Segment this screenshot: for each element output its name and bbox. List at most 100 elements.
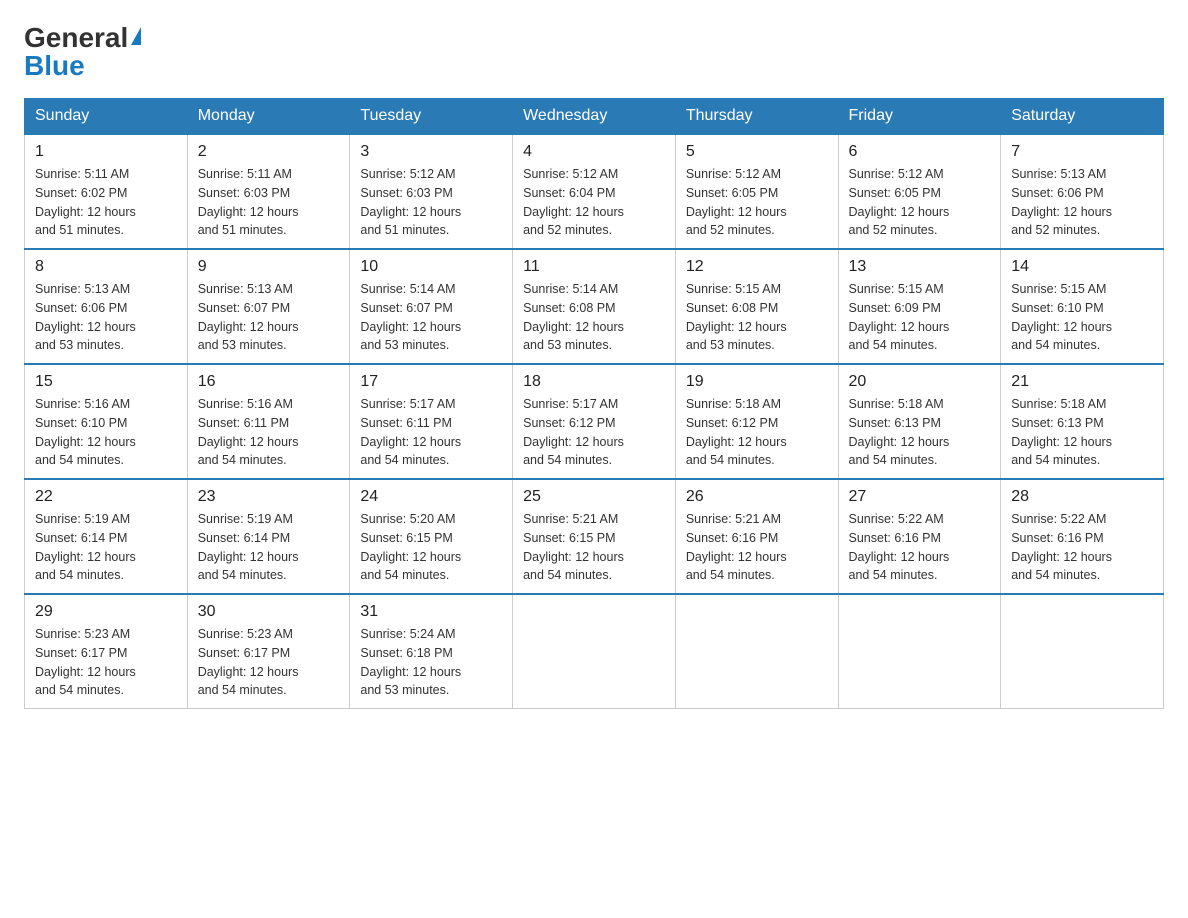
day-number: 9 <box>198 258 340 276</box>
weekday-header-saturday: Saturday <box>1001 99 1164 135</box>
day-info: Sunrise: 5:14 AMSunset: 6:08 PMDaylight:… <box>523 280 665 355</box>
weekday-header-tuesday: Tuesday <box>350 99 513 135</box>
day-info: Sunrise: 5:12 AMSunset: 6:03 PMDaylight:… <box>360 165 502 240</box>
day-info: Sunrise: 5:21 AMSunset: 6:16 PMDaylight:… <box>686 510 828 585</box>
day-number: 22 <box>35 488 177 506</box>
calendar-table: SundayMondayTuesdayWednesdayThursdayFrid… <box>24 98 1164 709</box>
day-number: 26 <box>686 488 828 506</box>
page-header: General Blue <box>24 24 1164 80</box>
logo-blue-text: Blue <box>24 52 85 80</box>
day-number: 12 <box>686 258 828 276</box>
day-info: Sunrise: 5:17 AMSunset: 6:11 PMDaylight:… <box>360 395 502 470</box>
day-number: 29 <box>35 603 177 621</box>
weekday-header-monday: Monday <box>187 99 350 135</box>
weekday-header-friday: Friday <box>838 99 1001 135</box>
day-number: 10 <box>360 258 502 276</box>
calendar-cell: 3 Sunrise: 5:12 AMSunset: 6:03 PMDayligh… <box>350 134 513 249</box>
day-info: Sunrise: 5:23 AMSunset: 6:17 PMDaylight:… <box>198 625 340 700</box>
day-info: Sunrise: 5:18 AMSunset: 6:13 PMDaylight:… <box>1011 395 1153 470</box>
day-number: 11 <box>523 258 665 276</box>
logo-triangle-icon <box>131 27 141 45</box>
calendar-cell: 16 Sunrise: 5:16 AMSunset: 6:11 PMDaylig… <box>187 364 350 479</box>
day-number: 3 <box>360 143 502 161</box>
day-number: 14 <box>1011 258 1153 276</box>
day-number: 21 <box>1011 373 1153 391</box>
calendar-cell: 30 Sunrise: 5:23 AMSunset: 6:17 PMDaylig… <box>187 594 350 709</box>
logo: General Blue <box>24 24 141 80</box>
day-info: Sunrise: 5:12 AMSunset: 6:04 PMDaylight:… <box>523 165 665 240</box>
day-info: Sunrise: 5:18 AMSunset: 6:13 PMDaylight:… <box>849 395 991 470</box>
day-info: Sunrise: 5:19 AMSunset: 6:14 PMDaylight:… <box>198 510 340 585</box>
calendar-cell: 21 Sunrise: 5:18 AMSunset: 6:13 PMDaylig… <box>1001 364 1164 479</box>
calendar-cell: 31 Sunrise: 5:24 AMSunset: 6:18 PMDaylig… <box>350 594 513 709</box>
calendar-week-4: 22 Sunrise: 5:19 AMSunset: 6:14 PMDaylig… <box>25 479 1164 594</box>
calendar-cell: 13 Sunrise: 5:15 AMSunset: 6:09 PMDaylig… <box>838 249 1001 364</box>
day-number: 16 <box>198 373 340 391</box>
day-number: 7 <box>1011 143 1153 161</box>
day-number: 31 <box>360 603 502 621</box>
calendar-cell: 12 Sunrise: 5:15 AMSunset: 6:08 PMDaylig… <box>675 249 838 364</box>
calendar-cell: 24 Sunrise: 5:20 AMSunset: 6:15 PMDaylig… <box>350 479 513 594</box>
calendar-cell: 17 Sunrise: 5:17 AMSunset: 6:11 PMDaylig… <box>350 364 513 479</box>
calendar-week-2: 8 Sunrise: 5:13 AMSunset: 6:06 PMDayligh… <box>25 249 1164 364</box>
day-number: 23 <box>198 488 340 506</box>
day-info: Sunrise: 5:15 AMSunset: 6:08 PMDaylight:… <box>686 280 828 355</box>
day-info: Sunrise: 5:22 AMSunset: 6:16 PMDaylight:… <box>849 510 991 585</box>
day-number: 20 <box>849 373 991 391</box>
calendar-cell: 1 Sunrise: 5:11 AMSunset: 6:02 PMDayligh… <box>25 134 188 249</box>
day-info: Sunrise: 5:24 AMSunset: 6:18 PMDaylight:… <box>360 625 502 700</box>
day-number: 18 <box>523 373 665 391</box>
day-info: Sunrise: 5:17 AMSunset: 6:12 PMDaylight:… <box>523 395 665 470</box>
day-number: 25 <box>523 488 665 506</box>
weekday-header-row: SundayMondayTuesdayWednesdayThursdayFrid… <box>25 99 1164 135</box>
calendar-cell <box>838 594 1001 709</box>
day-info: Sunrise: 5:13 AMSunset: 6:07 PMDaylight:… <box>198 280 340 355</box>
calendar-cell <box>513 594 676 709</box>
day-info: Sunrise: 5:22 AMSunset: 6:16 PMDaylight:… <box>1011 510 1153 585</box>
day-info: Sunrise: 5:23 AMSunset: 6:17 PMDaylight:… <box>35 625 177 700</box>
day-info: Sunrise: 5:11 AMSunset: 6:03 PMDaylight:… <box>198 165 340 240</box>
weekday-header-thursday: Thursday <box>675 99 838 135</box>
day-number: 8 <box>35 258 177 276</box>
calendar-cell: 10 Sunrise: 5:14 AMSunset: 6:07 PMDaylig… <box>350 249 513 364</box>
calendar-cell: 19 Sunrise: 5:18 AMSunset: 6:12 PMDaylig… <box>675 364 838 479</box>
calendar-cell: 22 Sunrise: 5:19 AMSunset: 6:14 PMDaylig… <box>25 479 188 594</box>
calendar-header: SundayMondayTuesdayWednesdayThursdayFrid… <box>25 99 1164 135</box>
day-info: Sunrise: 5:19 AMSunset: 6:14 PMDaylight:… <box>35 510 177 585</box>
calendar-cell: 15 Sunrise: 5:16 AMSunset: 6:10 PMDaylig… <box>25 364 188 479</box>
day-number: 6 <box>849 143 991 161</box>
day-number: 19 <box>686 373 828 391</box>
calendar-week-1: 1 Sunrise: 5:11 AMSunset: 6:02 PMDayligh… <box>25 134 1164 249</box>
day-info: Sunrise: 5:11 AMSunset: 6:02 PMDaylight:… <box>35 165 177 240</box>
day-info: Sunrise: 5:21 AMSunset: 6:15 PMDaylight:… <box>523 510 665 585</box>
day-info: Sunrise: 5:13 AMSunset: 6:06 PMDaylight:… <box>35 280 177 355</box>
calendar-cell: 29 Sunrise: 5:23 AMSunset: 6:17 PMDaylig… <box>25 594 188 709</box>
calendar-cell: 8 Sunrise: 5:13 AMSunset: 6:06 PMDayligh… <box>25 249 188 364</box>
weekday-header-wednesday: Wednesday <box>513 99 676 135</box>
calendar-cell: 20 Sunrise: 5:18 AMSunset: 6:13 PMDaylig… <box>838 364 1001 479</box>
day-number: 4 <box>523 143 665 161</box>
day-number: 1 <box>35 143 177 161</box>
calendar-body: 1 Sunrise: 5:11 AMSunset: 6:02 PMDayligh… <box>25 134 1164 709</box>
calendar-cell: 18 Sunrise: 5:17 AMSunset: 6:12 PMDaylig… <box>513 364 676 479</box>
day-info: Sunrise: 5:20 AMSunset: 6:15 PMDaylight:… <box>360 510 502 585</box>
calendar-cell: 11 Sunrise: 5:14 AMSunset: 6:08 PMDaylig… <box>513 249 676 364</box>
day-number: 24 <box>360 488 502 506</box>
day-info: Sunrise: 5:12 AMSunset: 6:05 PMDaylight:… <box>849 165 991 240</box>
calendar-cell <box>675 594 838 709</box>
day-number: 30 <box>198 603 340 621</box>
day-number: 27 <box>849 488 991 506</box>
calendar-cell: 4 Sunrise: 5:12 AMSunset: 6:04 PMDayligh… <box>513 134 676 249</box>
day-number: 5 <box>686 143 828 161</box>
calendar-cell: 27 Sunrise: 5:22 AMSunset: 6:16 PMDaylig… <box>838 479 1001 594</box>
calendar-week-5: 29 Sunrise: 5:23 AMSunset: 6:17 PMDaylig… <box>25 594 1164 709</box>
day-number: 15 <box>35 373 177 391</box>
weekday-header-sunday: Sunday <box>25 99 188 135</box>
calendar-cell: 9 Sunrise: 5:13 AMSunset: 6:07 PMDayligh… <box>187 249 350 364</box>
day-info: Sunrise: 5:13 AMSunset: 6:06 PMDaylight:… <box>1011 165 1153 240</box>
day-number: 2 <box>198 143 340 161</box>
calendar-cell: 5 Sunrise: 5:12 AMSunset: 6:05 PMDayligh… <box>675 134 838 249</box>
calendar-cell: 26 Sunrise: 5:21 AMSunset: 6:16 PMDaylig… <box>675 479 838 594</box>
calendar-cell: 28 Sunrise: 5:22 AMSunset: 6:16 PMDaylig… <box>1001 479 1164 594</box>
calendar-cell: 7 Sunrise: 5:13 AMSunset: 6:06 PMDayligh… <box>1001 134 1164 249</box>
